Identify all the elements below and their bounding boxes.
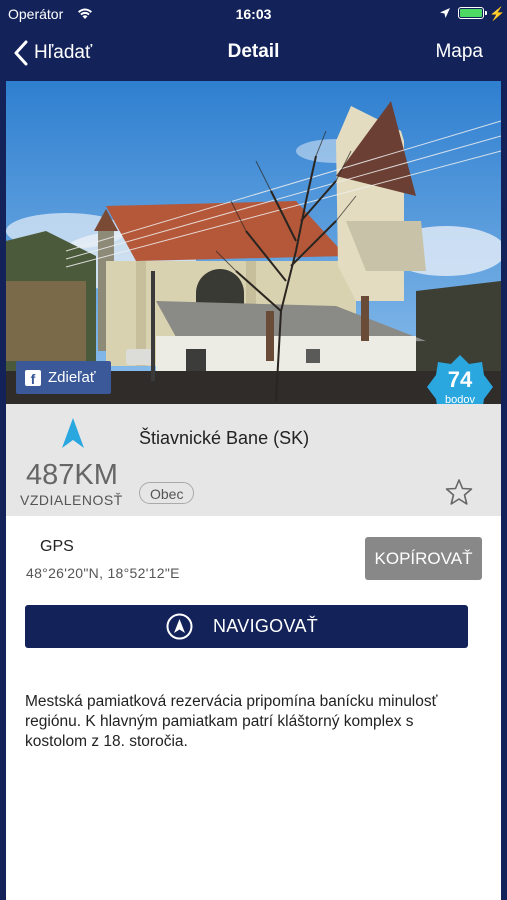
category-tag: Obec (139, 482, 195, 504)
page-title: Detail (227, 41, 280, 62)
navigate-button[interactable]: NAVIGOVAŤ (25, 605, 468, 648)
facebook-icon: f (25, 369, 41, 387)
place-description: Mestská pamiatková rezervácia pripomína … (25, 693, 438, 750)
copy-button[interactable]: KOPÍROVAŤ (365, 537, 482, 580)
gps-coordinates: 48°26'20"N, 18°52'12"E (26, 565, 180, 581)
gps-label: GPS (40, 538, 74, 555)
charging-icon: ⚡ (489, 6, 506, 21)
distance-value: 487KM (26, 459, 118, 491)
navigation-bar: Hľadať Detail Mapa (0, 28, 507, 80)
distance-label: VZDIALENOSŤ (20, 492, 123, 508)
facebook-share-button[interactable]: f Zdieľať (16, 361, 111, 394)
map-button[interactable]: Mapa (435, 41, 483, 63)
navigate-label: NAVIGOVAŤ (213, 616, 319, 636)
points-value: 74 (447, 367, 473, 392)
share-label: Zdieľať (48, 369, 96, 386)
place-info: Štiavnické Bane (SK) 487KM VZDIALENOSŤ O… (6, 404, 501, 516)
detail-card: f Zdieľať 74 bodov Štiavnické Bane (SK) … (6, 81, 501, 900)
status-bar: Operátor 16:03 ⚡ (0, 0, 507, 28)
battery-icon (458, 7, 487, 19)
navigation-compass-icon (166, 613, 193, 640)
favorite-star-icon[interactable] (445, 478, 473, 506)
clock: 16:03 (235, 6, 272, 22)
place-name: Štiavnické Bane (SK) (139, 428, 310, 448)
direction-arrow-icon (62, 418, 84, 448)
location-arrow-icon (440, 8, 450, 18)
